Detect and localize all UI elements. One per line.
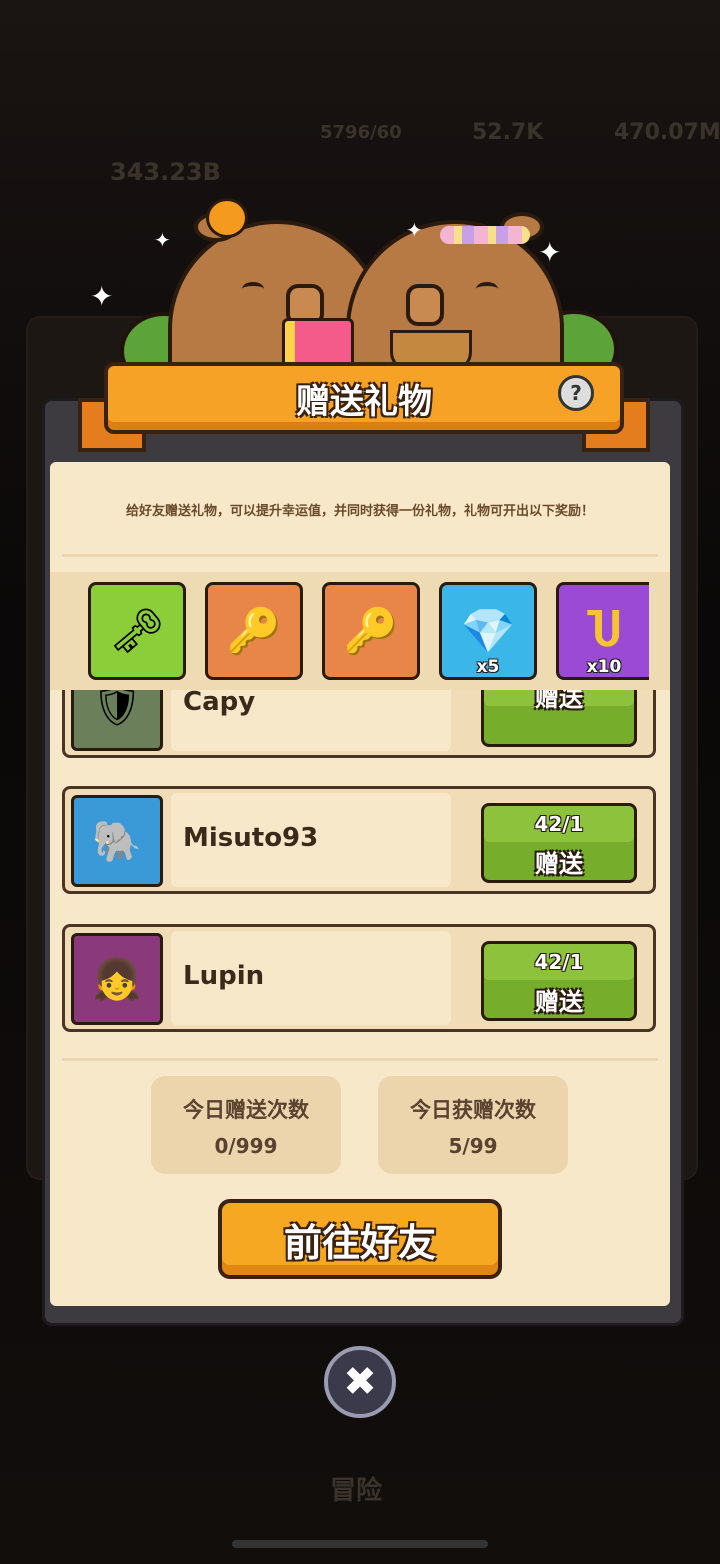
reward-horseshoe: Ⴎ x10 bbox=[556, 582, 649, 680]
dialog-title-bar: 赠送礼物 bbox=[104, 362, 624, 434]
avatar: 🐘 bbox=[71, 795, 163, 887]
silver-key-icon: 🗝 bbox=[109, 606, 165, 657]
orange-icon bbox=[206, 198, 248, 238]
reward-crystal: 💎 x5 bbox=[439, 582, 537, 680]
send-gift-button[interactable]: 42/1 赠送 bbox=[481, 803, 637, 883]
bg-power-text: 343.23B bbox=[110, 158, 221, 186]
received-count-card: 今日获赠次数 5/99 bbox=[378, 1076, 568, 1174]
reward-gem-key: 🔑 bbox=[322, 582, 420, 680]
send-gift-button[interactable]: 42/1 赠送 bbox=[481, 941, 637, 1021]
reward-qty: x10 bbox=[586, 657, 622, 677]
friend-row: 👧 Lupin 42/1 赠送 bbox=[62, 924, 656, 1032]
help-button[interactable]: ? bbox=[558, 375, 594, 411]
dialog-description: 给好友赠送礼物，可以提升幸运值，并同时获得一份礼物，礼物可开出以下奖励！ bbox=[125, 504, 594, 519]
crystal-icon: 💎 bbox=[460, 606, 516, 657]
bg-gems-text: 52.7K bbox=[472, 120, 544, 145]
close-icon: ✖ bbox=[343, 1359, 377, 1405]
friend-name: Capy bbox=[183, 690, 256, 717]
received-count-value: 5/99 bbox=[448, 1134, 498, 1158]
received-count-label: 今日获赠次数 bbox=[410, 1098, 536, 1122]
sparkle-icon: ✦ bbox=[90, 280, 114, 313]
gold-key-icon: 🔑 bbox=[226, 606, 282, 657]
reward-gold-key: 🔑 bbox=[205, 582, 303, 680]
friend-row: 🛡 Capy 赠送 bbox=[62, 690, 656, 758]
bg-adventure-tab: 冒险 bbox=[330, 1476, 383, 1506]
sparkle-icon: ✦ bbox=[538, 236, 562, 269]
gift-count: 42/1 bbox=[534, 812, 584, 836]
sent-count-label: 今日赠送次数 bbox=[183, 1098, 309, 1122]
horseshoe-icon: Ⴎ bbox=[586, 605, 622, 657]
friend-row: 🐘 Misuto93 42/1 赠送 bbox=[62, 786, 656, 894]
close-button[interactable]: ✖ bbox=[324, 1346, 396, 1418]
bg-energy-text: 5796/60 bbox=[320, 122, 402, 143]
sent-count-card: 今日赠送次数 0/999 bbox=[151, 1076, 341, 1174]
home-indicator bbox=[232, 1540, 488, 1548]
question-icon: ? bbox=[570, 381, 582, 405]
avatar: 🛡 bbox=[71, 690, 163, 751]
dialog-title: 赠送礼物 bbox=[296, 381, 432, 422]
reward-silver-key: 🗝 bbox=[88, 582, 186, 680]
send-gift-button[interactable]: 赠送 bbox=[481, 690, 637, 747]
friend-list[interactable]: 🛡 Capy 赠送 🐘 Misuto93 42/1 赠送 👧 Lupin 42/… bbox=[50, 690, 670, 1040]
sparkle-icon: ✦ bbox=[154, 228, 171, 252]
avatar: 👧 bbox=[71, 933, 163, 1025]
friend-name: Misuto93 bbox=[183, 823, 319, 853]
sent-count-value: 0/999 bbox=[214, 1134, 278, 1158]
gem-key-icon: 🔑 bbox=[343, 606, 399, 657]
divider bbox=[62, 1058, 658, 1061]
gift-count: 42/1 bbox=[534, 950, 584, 974]
reward-qty: x5 bbox=[476, 657, 500, 677]
friend-name: Lupin bbox=[183, 961, 265, 991]
sparkle-icon: ✦ bbox=[406, 218, 423, 242]
flower-crown-icon bbox=[440, 226, 530, 244]
bg-coins-text: 470.07M bbox=[614, 120, 720, 145]
divider bbox=[62, 554, 658, 557]
go-to-friends-button[interactable]: 前往好友 bbox=[218, 1199, 502, 1279]
